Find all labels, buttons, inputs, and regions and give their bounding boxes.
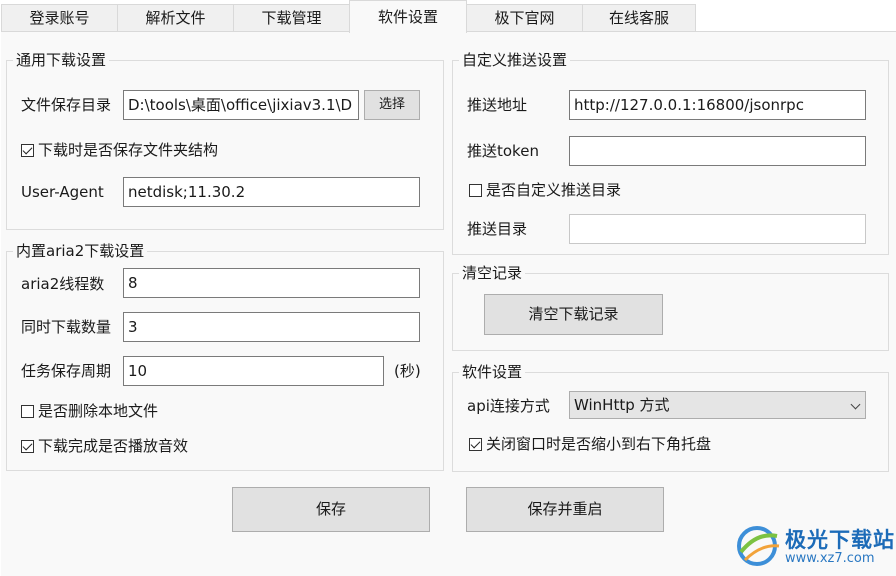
play-sound-label: 下载完成是否播放音效 (38, 437, 189, 455)
retention-unit: (秒) (394, 362, 421, 380)
group-title: 内置aria2下载设置 (13, 242, 148, 260)
custom-dir-label: 是否自定义推送目录 (486, 181, 622, 199)
user-agent-input[interactable]: netdisk;11.30.2 (123, 177, 420, 207)
keep-structure-label: 下载时是否保存文件夹结构 (38, 141, 219, 159)
minimize-tray-checkbox[interactable]: 关闭窗口时是否缩小到右下角托盘 (469, 434, 711, 454)
aurora-logo-icon (737, 526, 780, 566)
delete-local-label: 是否删除本地文件 (38, 402, 159, 420)
api-mode-select[interactable]: WinHttp 方式 (569, 391, 866, 419)
api-mode-value: WinHttp 方式 (574, 396, 670, 414)
minimize-tray-label: 关闭窗口时是否缩小到右下角托盘 (486, 435, 712, 453)
clear-records-button[interactable]: 清空下载记录 (484, 294, 663, 335)
custom-dir-checkbox[interactable]: 是否自定义推送目录 (469, 180, 621, 200)
watermark-name: 极光下载站 (785, 528, 895, 552)
push-address-input[interactable]: http://127.0.0.1:16800/jsonrpc (569, 90, 866, 120)
play-sound-checkbox[interactable]: 下载完成是否播放音效 (21, 436, 188, 456)
push-token-input[interactable] (569, 136, 866, 166)
push-token-label: 推送token (467, 142, 539, 160)
save-dir-label: 文件保存目录 (21, 96, 112, 114)
checkbox-checked-icon (21, 143, 34, 157)
retention-label: 任务保存周期 (21, 362, 112, 380)
delete-local-checkbox[interactable]: 是否删除本地文件 (21, 401, 158, 421)
group-title: 软件设置 (459, 363, 526, 381)
watermark-url: www.xz7.com (785, 551, 875, 566)
tab-login[interactable]: 登录账号 (1, 4, 118, 32)
tab-parse[interactable]: 解析文件 (117, 4, 234, 32)
watermark-logo: 极光下载站 www.xz7.com (735, 522, 895, 572)
push-dir-input[interactable] (569, 214, 866, 244)
group-title: 自定义推送设置 (459, 51, 571, 69)
chevron-down-icon (850, 399, 861, 410)
threads-input[interactable]: 8 (123, 268, 420, 298)
api-mode-label: api连接方式 (467, 397, 550, 415)
choose-dir-button[interactable]: 选择 (364, 90, 420, 120)
tab-settings[interactable]: 软件设置 (349, 0, 467, 33)
tab-bar: 登录账号 解析文件 下载管理 软件设置 极下官网 在线客服 (0, 0, 896, 33)
group-title: 通用下载设置 (13, 51, 110, 69)
threads-label: aria2线程数 (21, 275, 105, 293)
tab-support[interactable]: 在线客服 (582, 4, 696, 32)
save-dir-input[interactable]: D:\tools\桌面\office\jixiav3.1\D (123, 90, 359, 120)
push-address-label: 推送地址 (467, 96, 528, 114)
concurrent-input[interactable]: 3 (123, 312, 420, 342)
group-title: 清空记录 (459, 264, 526, 282)
user-agent-label: User-Agent (21, 183, 104, 201)
software-settings-group: 软件设置 (452, 363, 889, 472)
checkbox-unchecked-icon (469, 183, 482, 197)
tab-downloads[interactable]: 下载管理 (233, 4, 350, 32)
tab-website[interactable]: 极下官网 (466, 4, 583, 32)
save-restart-button[interactable]: 保存并重启 (466, 487, 664, 532)
checkbox-checked-icon (469, 437, 482, 451)
checkbox-checked-icon (21, 439, 34, 453)
concurrent-label: 同时下载数量 (21, 318, 112, 336)
keep-structure-checkbox[interactable]: 下载时是否保存文件夹结构 (21, 140, 218, 160)
push-dir-label: 推送目录 (467, 220, 528, 238)
checkbox-unchecked-icon (21, 404, 34, 418)
retention-input[interactable]: 10 (123, 356, 384, 386)
save-button[interactable]: 保存 (232, 487, 430, 532)
